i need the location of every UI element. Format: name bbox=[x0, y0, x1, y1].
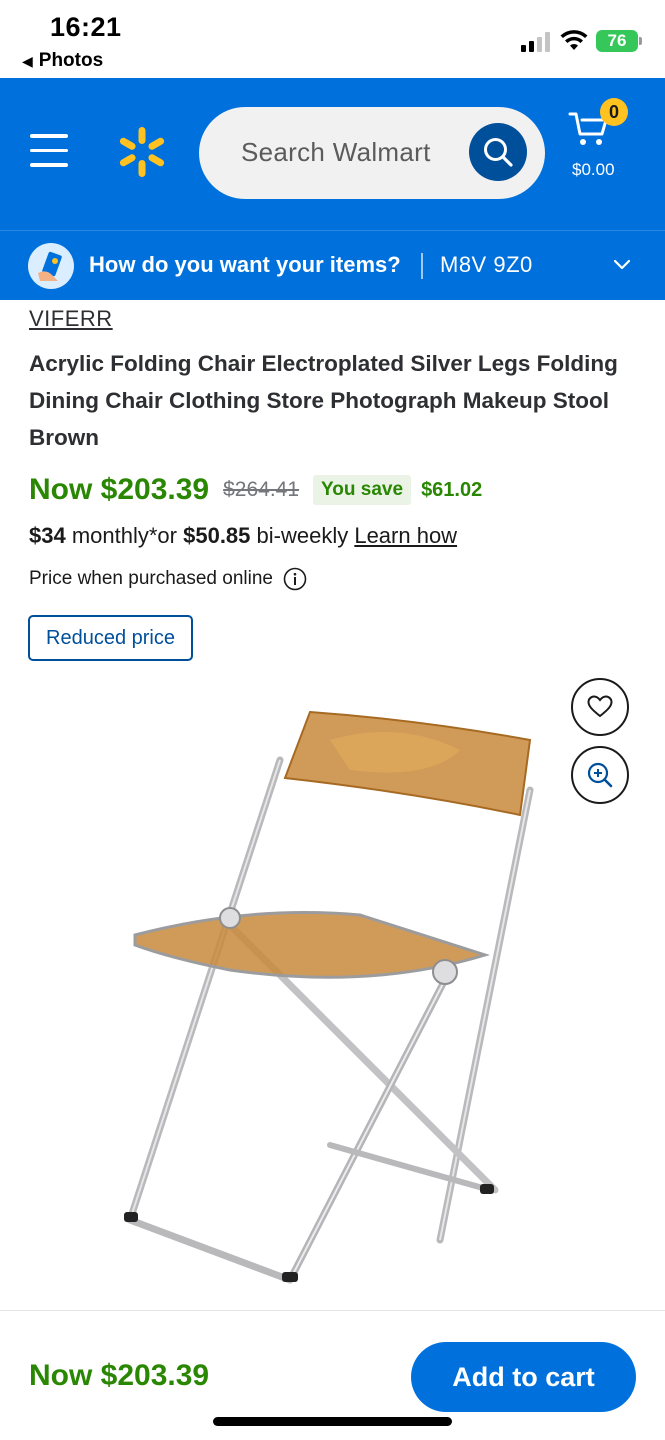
fulfillment-selector[interactable]: How do you want your items? M8V 9Z0 bbox=[0, 230, 665, 300]
zoom-in-icon bbox=[587, 762, 613, 788]
battery-cap bbox=[639, 37, 642, 45]
divider bbox=[421, 253, 423, 279]
favorite-button[interactable] bbox=[571, 678, 629, 736]
signal-icon bbox=[521, 32, 550, 52]
postal-code: M8V 9Z0 bbox=[440, 252, 533, 277]
monthly-amount: $34 bbox=[29, 523, 66, 548]
spark-logo-icon[interactable] bbox=[116, 126, 168, 178]
menu-icon-line bbox=[30, 163, 68, 167]
status-time: 16:21 bbox=[50, 12, 122, 42]
biweekly-amount: $50.85 bbox=[183, 523, 251, 548]
price-row: Now $203.39 $264.41 You save $61.02 bbox=[29, 470, 482, 510]
current-price: Now $203.39 bbox=[29, 473, 210, 506]
fulfillment-question: How do you want your items? bbox=[89, 252, 401, 277]
menu-icon-line bbox=[30, 148, 68, 152]
back-label: Photos bbox=[38, 50, 104, 71]
monthly-text: monthly*or bbox=[65, 523, 184, 548]
zoom-button[interactable] bbox=[571, 746, 629, 804]
bottom-price: Now $203.39 bbox=[29, 1359, 210, 1392]
info-icon[interactable] bbox=[283, 567, 307, 591]
reduced-price-badge: Reduced price bbox=[28, 615, 193, 661]
financing-info: $34 monthly*or $50.85 bi-weekly Learn ho… bbox=[29, 523, 457, 549]
price-online-text: Price when purchased online bbox=[29, 568, 273, 589]
battery-indicator: 76 bbox=[596, 30, 638, 52]
chevron-down-icon bbox=[613, 259, 631, 270]
sticky-add-to-cart-bar: Now $203.39 Add to cart bbox=[0, 1310, 665, 1440]
you-save-badge: You save bbox=[313, 475, 412, 505]
battery-level: 76 bbox=[607, 31, 627, 50]
site-header: Search Walmart 0 $0.00 bbox=[0, 78, 665, 230]
product-image[interactable] bbox=[100, 700, 550, 1300]
menu-button[interactable] bbox=[30, 134, 70, 170]
heart-icon bbox=[587, 695, 613, 718]
menu-icon bbox=[30, 134, 68, 138]
wifi-icon bbox=[560, 30, 588, 50]
product-title: Acrylic Folding Chair Electroplated Silv… bbox=[29, 351, 618, 450]
cart-count-badge: 0 bbox=[600, 98, 628, 126]
fulfillment-icon bbox=[28, 243, 74, 289]
search-placeholder: Search Walmart bbox=[241, 137, 431, 167]
learn-how-link[interactable]: Learn how bbox=[354, 523, 457, 548]
you-save-amount: $61.02 bbox=[421, 478, 483, 501]
biweekly-text: bi-weekly bbox=[250, 523, 355, 548]
back-arrow-icon: ◀ bbox=[22, 52, 33, 69]
cart-button[interactable]: 0 $0.00 bbox=[568, 98, 628, 188]
back-to-photos[interactable]: ◀ Photos bbox=[22, 50, 103, 72]
reduced-price-label: Reduced price bbox=[46, 626, 175, 649]
original-price: $264.41 bbox=[223, 478, 300, 501]
status-bar: 16:21 ◀ Photos 76 bbox=[0, 0, 665, 78]
search-input[interactable]: Search Walmart bbox=[199, 107, 545, 199]
cart-total: $0.00 bbox=[572, 160, 615, 179]
brand-link[interactable]: VIFERR bbox=[29, 306, 113, 332]
search-icon bbox=[484, 138, 513, 167]
add-to-cart-button[interactable]: Add to cart bbox=[411, 1342, 636, 1412]
home-indicator[interactable] bbox=[213, 1417, 452, 1426]
price-online-note: Price when purchased online bbox=[29, 567, 307, 591]
search-button[interactable] bbox=[469, 123, 527, 181]
